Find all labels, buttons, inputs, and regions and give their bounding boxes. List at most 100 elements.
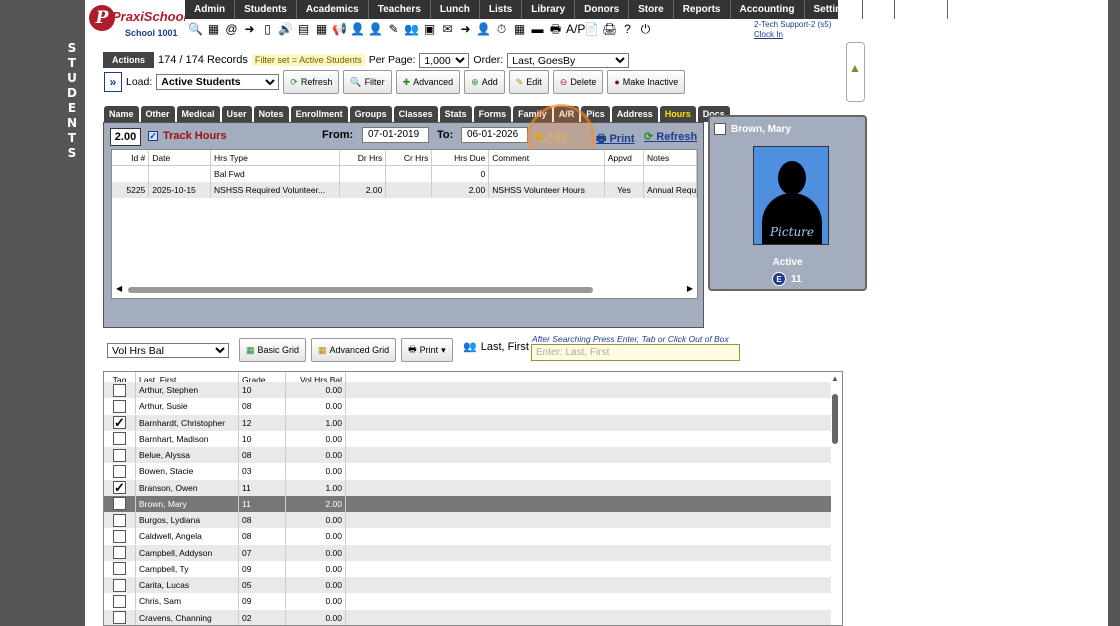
grid-row[interactable]: ✓ Branson, Owen 11 1.00 [104,479,831,496]
hours-column-header[interactable]: Hrs Due [432,150,490,165]
hours-row[interactable]: 5225 2025-10-15 NSHSS Required Volunteer..… [112,182,697,198]
nav-item-settings[interactable]: Settings [805,0,863,19]
hours-column-header[interactable]: Id # [112,150,150,165]
grid-row[interactable]: Barnhart, Madison 10 0.00 [104,430,831,447]
grid-row[interactable]: Campbell, Ty 09 0.00 [104,560,831,577]
per-page-select[interactable]: 1,000 [419,52,470,68]
toolbar-icon[interactable]: 👤 [350,22,365,37]
student-photo[interactable]: Picture [753,146,829,245]
to-date-input[interactable]: 06-01-2026 [461,127,528,143]
nav-item-logout[interactable]: Logout [895,0,948,19]
toolbar-icon[interactable]: ✉ [440,22,455,37]
hours-column-header[interactable]: Appvd [605,150,645,165]
app-logo[interactable]: P PraxiSchool School 1001 [85,0,187,42]
toolbar-icon[interactable]: 🖶 [548,22,563,37]
tag-checkbox[interactable] [113,546,126,559]
toolbar-icon[interactable]: 📢 [332,22,347,37]
toolbar-icon[interactable]: ▦ [512,22,527,37]
tab-other[interactable]: Other [140,106,175,122]
make-inactive-button[interactable]: ● Make Inactive [607,70,686,94]
tag-checkbox[interactable] [113,497,126,511]
tag-checkbox[interactable]: ✓ [113,481,126,494]
hours-column-header[interactable]: Comment [489,150,605,165]
toolbar-icon[interactable]: ▣ [422,22,437,37]
tab-notes[interactable]: Notes [253,106,289,122]
toolbar-icon[interactable]: 👤 [368,22,383,37]
nav-item-ts[interactable]: TS [863,0,895,19]
toolbar-icon[interactable]: 👥 [404,22,419,37]
grid-row[interactable]: Cravens, Channing 02 0.00 [104,609,831,625]
toolbar-icon[interactable]: @ [224,22,239,37]
nav-item-lunch[interactable]: Lunch [431,0,480,19]
tab-groups[interactable]: Groups [349,106,392,122]
grid-row[interactable]: ✓ Barnhardt, Christopher 12 1.00 [104,414,831,431]
toolbar-icon[interactable]: ▬ [530,22,545,37]
toolbar-icon[interactable]: ➜ [458,22,473,37]
expand-chevron-icon[interactable]: » [104,72,122,92]
hours-row[interactable]: Bal Fwd 0 [112,166,697,182]
horizontal-scrollbar[interactable]: ◀ ▶ [116,284,693,294]
toolbar-icon[interactable]: ▦ [314,22,329,37]
from-date-input[interactable]: 07-01-2019 [362,127,429,143]
grid-row[interactable]: Brown, Mary 11 2.00 [104,495,831,512]
tag-checkbox[interactable] [113,464,126,478]
grid-scrollbar[interactable]: ▲ [829,374,841,626]
grid-row[interactable]: Carita, Lucas 05 0.00 [104,577,831,593]
nav-item-store[interactable]: Store [629,0,674,19]
grid-row[interactable]: Arthur, Susie 08 0.00 [104,398,831,415]
nav-item-accounting[interactable]: Accounting [731,0,805,19]
tag-checkbox[interactable] [113,513,126,527]
refresh-button[interactable]: ⟳ Refresh [283,70,340,94]
tag-checkbox[interactable] [113,399,126,413]
grid-row[interactable]: Campbell, Addyson 07 0.00 [104,544,831,561]
tag-checkbox[interactable]: ✓ [113,416,126,429]
hours-column-header[interactable]: Cr Hrs [386,150,433,165]
tab-name[interactable]: Name [104,106,139,122]
nav-item-donors[interactable]: Donors [575,0,630,19]
tag-checkbox[interactable] [113,432,126,446]
scroll-up-icon[interactable]: ▲ [831,374,839,383]
tag-checkbox[interactable] [113,578,126,592]
tag-checkbox[interactable] [113,448,126,462]
tab-hours[interactable]: Hours [659,106,696,122]
scroll-right-icon[interactable]: ▶ [687,284,693,293]
toolbar-icon[interactable]: ▤ [296,22,311,37]
nav-item-lists[interactable]: Lists [480,0,523,19]
tab-classes[interactable]: Classes [393,106,438,122]
toolbar-icon[interactable]: ▯ [260,22,275,37]
toolbar-icon[interactable]: ➜ [242,22,257,37]
tag-checkbox[interactable] [113,383,126,397]
tab-enrollment[interactable]: Enrollment [290,106,348,122]
hours-column-header[interactable]: Hrs Type [211,150,341,165]
tab-address[interactable]: Address [611,106,658,122]
toolbar-icon[interactable]: 📄 [584,22,599,37]
edit-button[interactable]: ✎ Edit [508,70,549,94]
print-hours-link[interactable]: 🖶 Print [596,130,635,149]
toolbar-icon[interactable]: ✎ [386,22,401,37]
advanced-button[interactable]: ✚ Advanced [395,70,461,94]
tag-checkbox[interactable] [113,611,126,624]
nav-item-admin[interactable]: Admin [185,0,236,19]
load-select[interactable]: Active Students [156,74,280,90]
nav-item-library[interactable]: Library [522,0,576,19]
grid-view-select[interactable]: Vol Hrs Bal [107,342,229,358]
tag-checkbox[interactable] [113,562,126,576]
grid-row[interactable]: Chris, Sam 09 0.00 [104,593,831,610]
tab-forms[interactable]: Forms [473,106,512,122]
tag-checkbox[interactable] [113,529,126,543]
grid-row[interactable]: Caldwell, Angela 08 0.00 [104,528,831,545]
hours-column-header[interactable]: Date [149,150,212,165]
student-select-checkbox[interactable] [714,123,726,135]
basic-grid-button[interactable]: ▦ Basic Grid [239,338,307,362]
advanced-grid-button[interactable]: ▦ Advanced Grid [311,338,397,362]
scrollbar-thumb[interactable] [128,287,593,293]
grid-row[interactable]: Belue, Alyssa 08 0.00 [104,447,831,463]
nav-item-teachers[interactable]: Teachers [369,0,431,19]
tab-medical[interactable]: Medical [176,106,220,122]
hours-column-header[interactable]: Notes [644,150,697,165]
scroll-left-icon[interactable]: ◀ [116,284,122,293]
side-panel-toggle[interactable]: ▲ [846,42,865,102]
grid-scrollbar-thumb[interactable] [832,394,838,444]
tag-checkbox[interactable] [113,594,126,608]
nav-item-academics[interactable]: Academics [297,0,369,19]
